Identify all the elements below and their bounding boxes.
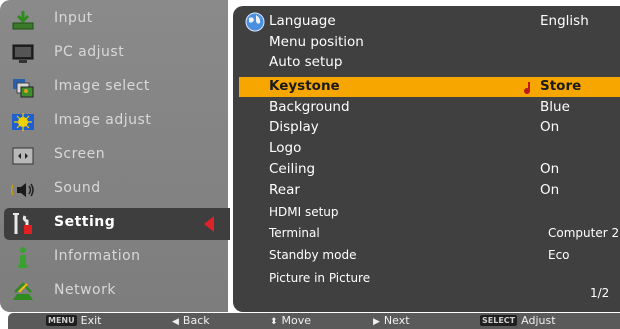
row-label: Picture in Picture [269,271,371,285]
row-label: Display [269,119,319,135]
up-down-arrow-icon: ⬍ [270,317,278,327]
menu-item-label: Network [54,282,116,298]
menu-item-image-adjust[interactable]: Image adjust [0,106,228,138]
store-icon [521,80,535,94]
setting-row-language[interactable]: Language English [233,12,620,32]
setting-row-menu-position[interactable]: Menu position [233,33,620,53]
sound-icon [10,178,36,202]
move-hint: ⬍ Move [270,314,311,327]
exit-hint: MENU Exit [46,314,101,327]
row-label: Menu position [269,34,364,50]
row-value: Eco [548,248,570,262]
row-value: Computer 2 [548,226,620,240]
selection-arrow-icon [204,216,214,232]
adjust-hint: SELECT Adjust [480,314,556,327]
row-label: Rear [269,182,300,198]
image-adjust-icon [10,110,36,134]
image-select-icon [10,76,36,100]
row-value: On [540,119,560,135]
menu-item-label: Image select [54,78,150,94]
back-label: Back [182,314,210,327]
network-icon [10,280,36,304]
row-value: On [540,182,560,198]
setting-row-logo[interactable]: Logo [233,139,620,159]
input-icon [10,8,36,32]
menu-item-label: Information [54,248,141,264]
row-label: Ceiling [269,161,316,177]
setting-row-rear[interactable]: Rear On [233,181,620,201]
row-label: Background [269,99,350,115]
menu-item-input[interactable]: Input [0,4,228,36]
pc-adjust-icon [10,42,36,66]
help-bar: MENU Exit ◀ Back ⬍ Move ▶ Next SELECT Adjust [8,313,620,329]
projector-osd: Input PC adjust Image select Image adjus… [0,0,620,329]
setting-row-keystone[interactable]: Keystone Store [239,77,620,97]
setting-row-auto-setup[interactable]: Auto setup [233,53,620,73]
setting-submenu: Language English Menu position Auto setu… [233,6,620,312]
menu-item-label: Screen [54,146,106,162]
next-label: Next [383,314,410,327]
setting-row-ceiling[interactable]: Ceiling On [233,160,620,180]
menu-item-screen[interactable]: Screen [0,140,228,172]
menu-item-information[interactable]: Information [0,242,228,274]
menu-item-image-select[interactable]: Image select [0,72,228,104]
select-key-icon: SELECT [480,315,518,326]
setting-row-standby-mode[interactable]: Standby mode Eco [233,246,620,266]
menu-item-label: Input [54,10,93,26]
row-label: Keystone [269,78,340,94]
menu-item-label: Setting [54,214,116,230]
row-value: English [540,13,589,29]
screen-icon [10,144,36,168]
back-hint: ◀ Back [172,314,210,327]
menu-item-pc-adjust[interactable]: PC adjust [0,38,228,70]
setting-row-hdmi-setup[interactable]: HDMI setup [233,203,620,223]
adjust-label: Adjust [521,314,556,327]
menu-item-label: Sound [54,180,101,196]
exit-label: Exit [80,314,102,327]
row-value: Blue [540,99,570,115]
information-icon [10,246,36,270]
menu-key-icon: MENU [46,315,77,326]
row-label: Logo [269,140,302,156]
row-label: Terminal [269,226,320,240]
row-label: Auto setup [269,54,343,70]
row-value: On [540,161,560,177]
right-arrow-icon: ▶ [373,317,380,327]
move-label: Move [281,314,312,327]
row-label: HDMI setup [269,205,339,219]
left-arrow-icon: ◀ [172,317,179,327]
setting-icon [10,212,36,236]
menu-item-setting[interactable]: Setting [4,208,230,240]
setting-row-background[interactable]: Background Blue [233,98,620,118]
main-menu: Input PC adjust Image select Image adjus… [0,0,230,312]
setting-row-display[interactable]: Display On [233,118,620,138]
setting-row-picture-in-picture[interactable]: Picture in Picture [233,269,620,289]
row-label: Language [269,13,336,29]
page-indicator: 1/2 [590,286,610,300]
next-hint: ▶ Next [373,314,410,327]
menu-item-network[interactable]: Network [0,276,228,308]
setting-row-terminal[interactable]: Terminal Computer 2 [233,224,620,244]
row-value: Store [540,78,582,94]
menu-item-label: PC adjust [54,44,125,60]
row-label: Standby mode [269,248,357,262]
menu-item-sound[interactable]: Sound [0,174,228,206]
menu-item-label: Image adjust [54,112,152,128]
